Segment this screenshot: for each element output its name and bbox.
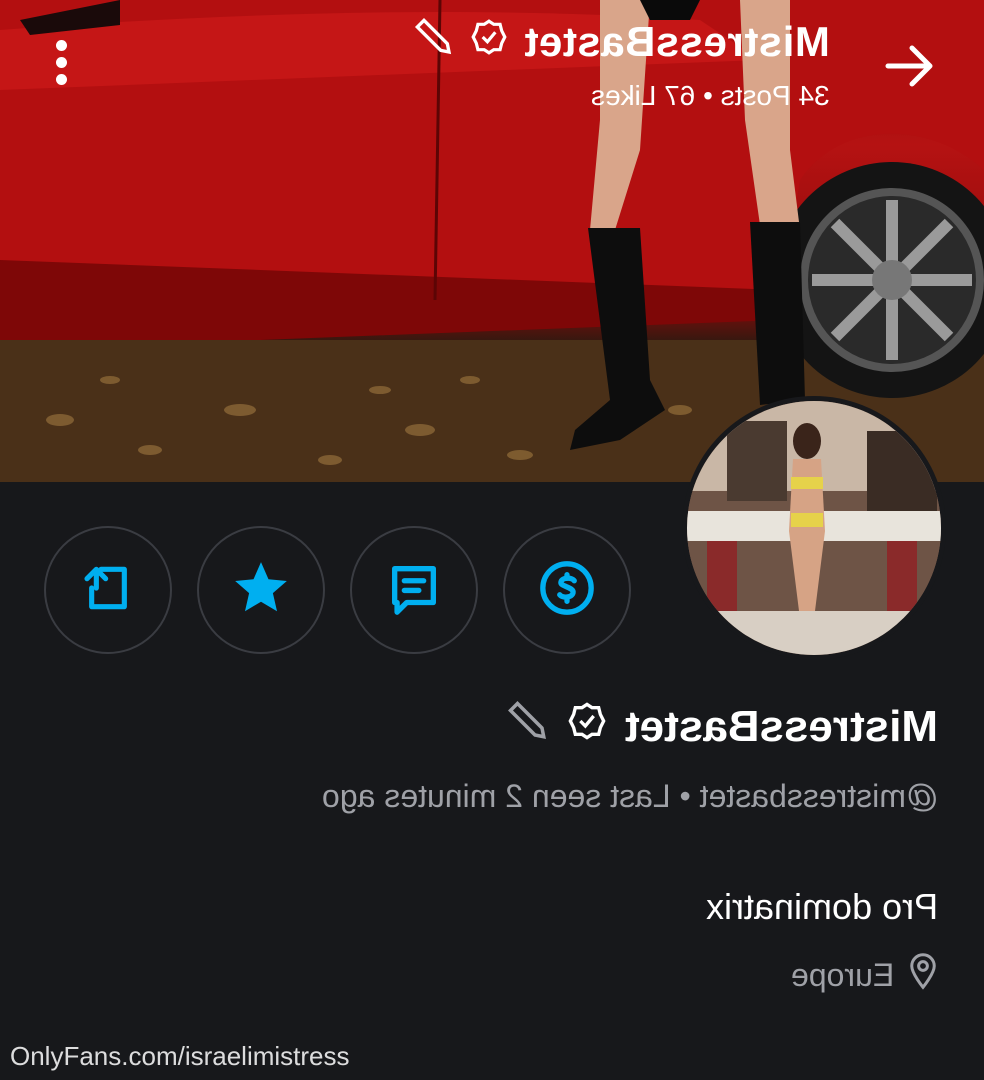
cover-stats: 34 Posts • 67 Likes: [591, 80, 830, 111]
profile-display-name: MistressBastet: [624, 701, 938, 751]
tip-icon: [538, 559, 596, 622]
verified-icon: [567, 701, 607, 752]
cover-header-title: MistressBastet: [360, 14, 830, 70]
back-arrow-icon[interactable]: [884, 42, 936, 90]
edit-pencil-icon[interactable]: [507, 700, 549, 753]
star-icon: [230, 557, 292, 624]
message-icon: [385, 559, 443, 622]
favorite-button[interactable]: [197, 526, 325, 654]
more-options-icon[interactable]: [50, 40, 72, 90]
message-button[interactable]: [350, 526, 478, 654]
verified-icon: [470, 18, 508, 66]
share-icon: [80, 560, 136, 621]
profile-bio: Pro dominatrix: [705, 886, 938, 927]
profile-location: Europe: [791, 952, 938, 998]
location-text: Europe: [790, 956, 894, 993]
cover-display-name: MistressBastet: [524, 18, 830, 65]
watermark: OnlyFans.com/israelimistress: [10, 1041, 350, 1071]
share-button[interactable]: [44, 526, 172, 654]
tip-button[interactable]: [503, 526, 631, 654]
profile-handle-status: @mistressbastet • Last seen 2 minutes ag…: [321, 778, 938, 814]
profile-name-row: MistressBastet: [507, 700, 938, 753]
edit-pencil-icon[interactable]: [414, 17, 454, 67]
avatar[interactable]: [682, 396, 946, 660]
location-pin-icon: [908, 952, 938, 998]
